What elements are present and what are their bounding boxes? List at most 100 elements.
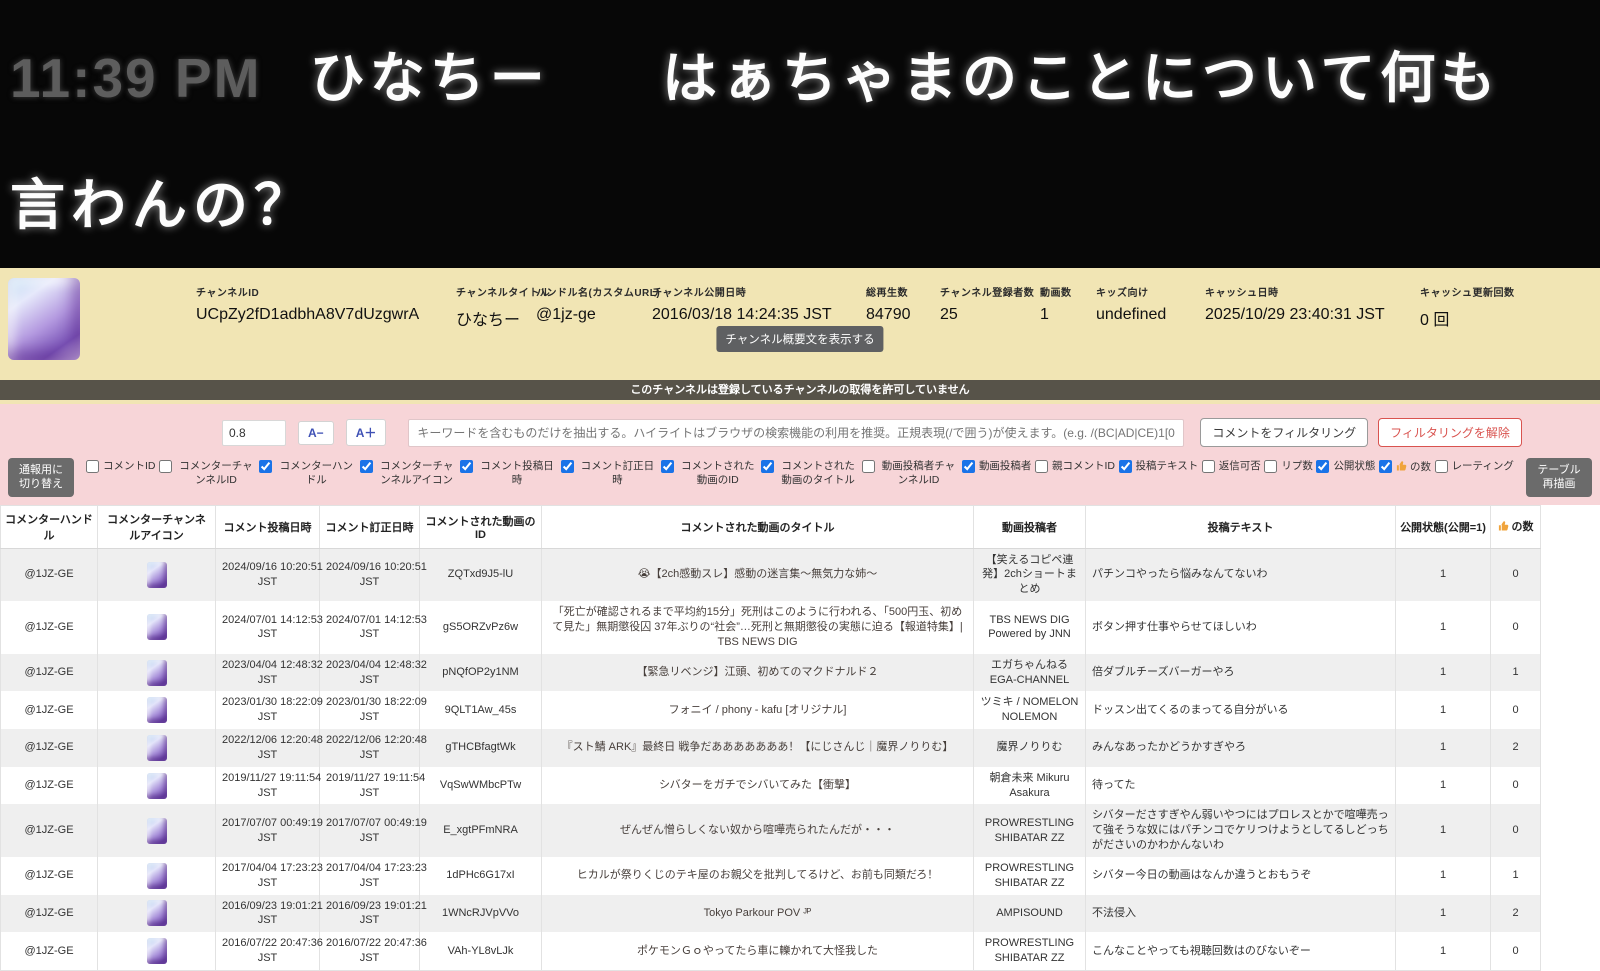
channel-field: キッズ向けundefined	[1096, 284, 1166, 324]
column-checkbox-の数[interactable]: の数	[1379, 460, 1431, 477]
column-checkbox-親コメントID[interactable]: 親コメントID	[1035, 460, 1115, 474]
channel-field-value: 0 回	[1420, 306, 1515, 330]
commenter-handle: @1JZ-GE	[1, 601, 98, 654]
visibility-state: 1	[1396, 729, 1491, 767]
show-channel-summary-button[interactable]: チャンネル概要文を表示する	[716, 326, 883, 352]
visibility-state: 1	[1396, 804, 1491, 857]
comment-date: 2016/07/22 20:47:36JST	[216, 932, 320, 970]
column-checkbox-コメンターハンドル[interactable]: コメンターハンドル	[259, 460, 356, 487]
keyword-filter-input[interactable]	[408, 419, 1184, 447]
column-checkbox-input[interactable]	[86, 460, 99, 473]
commenter-handle: @1JZ-GE	[1, 804, 98, 857]
column-checkbox-コメントされた動画のID[interactable]: コメントされた動画のID	[661, 460, 758, 487]
subtitle-line-2: 言わんの？	[10, 160, 1600, 240]
comment-text: 倍ダブルチーズバーガーやろ	[1086, 654, 1396, 692]
like-count: 2	[1491, 895, 1541, 933]
column-checkbox-コメントID[interactable]: コメントID	[86, 460, 156, 474]
column-checkbox-input[interactable]	[1264, 460, 1277, 473]
channel-field: チャンネル登録者数25	[940, 284, 1034, 324]
commenter-avatar-cell	[98, 804, 216, 857]
column-checkbox-input[interactable]	[259, 460, 272, 473]
column-checkbox-公開状態[interactable]: 公開状態	[1316, 460, 1375, 474]
column-checkbox-input[interactable]	[1119, 460, 1132, 473]
visibility-state: 1	[1396, 548, 1491, 601]
column-header: 動画投稿者	[974, 505, 1086, 548]
column-checkbox-input[interactable]	[1379, 460, 1392, 473]
video-title: フォニイ / phony - kafu [オリジナル]	[542, 691, 974, 729]
commenter-avatar-cell	[98, 601, 216, 654]
column-checkbox-コメント訂正日時[interactable]: コメント訂正日時	[561, 460, 658, 487]
like-count: 0	[1491, 548, 1541, 601]
column-checkbox-input[interactable]	[862, 460, 875, 473]
column-header: コメントされた動画のタイトル	[542, 505, 974, 548]
commenter-handle: @1JZ-GE	[1, 548, 98, 601]
column-checkbox-input[interactable]	[360, 460, 373, 473]
column-checkbox-input[interactable]	[1435, 460, 1448, 473]
column-checkbox-コメントされた動画のタイトル[interactable]: コメントされた動画のタイトル	[761, 460, 858, 487]
column-checkbox-リプ数[interactable]: リプ数	[1264, 460, 1313, 474]
commenter-avatar-cell	[98, 767, 216, 805]
video-title: Tokyo Parkour POV ᴶᴾ	[542, 895, 974, 933]
column-checkbox-label: 動画投稿者	[979, 460, 1032, 474]
like-count: 0	[1491, 804, 1541, 857]
channel-field-value: undefined	[1096, 306, 1166, 324]
column-checkbox-input[interactable]	[561, 460, 574, 473]
video-id: VAh-YL8vLJk	[420, 932, 542, 970]
video-uploader: ツミキ / NOMELON NOLEMON	[974, 691, 1086, 729]
channel-field-value: 84790	[866, 306, 911, 324]
column-checkbox-動画投稿者[interactable]: 動画投稿者	[962, 460, 1032, 474]
column-checkbox-返信可否[interactable]: 返信可否	[1202, 460, 1261, 474]
column-checkbox-input[interactable]	[1035, 460, 1048, 473]
column-checkbox-input[interactable]	[1202, 460, 1215, 473]
column-checkbox-input[interactable]	[761, 460, 774, 473]
clear-filter-button[interactable]: フィルタリングを解除	[1378, 418, 1522, 447]
font-size-increase-button[interactable]: A＋	[346, 419, 387, 446]
commenter-handle: @1JZ-GE	[1, 767, 98, 805]
column-checkbox-コメンターチャンネルアイコン[interactable]: コメンターチャンネルアイコン	[360, 460, 457, 487]
channel-field-label: キャッシュ更新回数	[1420, 284, 1515, 299]
redraw-table-button[interactable]: テーブル再描画	[1526, 458, 1592, 497]
comment-date: 2023/01/30 18:22:09JST	[320, 691, 420, 729]
column-checkbox-レーティング[interactable]: レーティング	[1435, 460, 1514, 474]
column-checkbox-label: 親コメントID	[1052, 460, 1115, 474]
video-title: 😭【2ch感動スレ】感動の迷言集～無気力な姉～	[542, 548, 974, 601]
channel-field-label: チャンネルID	[196, 284, 419, 299]
column-checkbox-コメント投稿日時[interactable]: コメント投稿日時	[460, 460, 557, 487]
like-count: 0	[1491, 601, 1541, 654]
column-checkbox-input[interactable]	[661, 460, 674, 473]
video-id: 9QLT1Aw_45s	[420, 691, 542, 729]
column-checkbox-input[interactable]	[962, 460, 975, 473]
video-uploader: 朝倉未来 Mikuru Asakura	[974, 767, 1086, 805]
comment-text: 不法侵入	[1086, 895, 1396, 933]
channel-field-label: 総再生数	[866, 284, 911, 299]
column-header: コメント訂正日時	[320, 505, 420, 548]
video-id: 1dPHc6G17xI	[420, 857, 542, 895]
column-checkbox-動画投稿者チャンネルID[interactable]: 動画投稿者チャンネルID	[862, 460, 959, 487]
channel-field: チャンネルIDUCpZy2fD1adbhA8V7dUzgwrA	[196, 284, 419, 324]
column-checkbox-input[interactable]	[1316, 460, 1329, 473]
column-checkbox-コメンターチャンネルID[interactable]: コメンターチャンネルID	[159, 460, 256, 487]
video-title: ヒカルが祭りくじのテキ屋のお親父を批判してるけど、お前も同類だろ！	[542, 857, 974, 895]
video-id: E_xgtPFmNRA	[420, 804, 542, 857]
comment-text: みんなあったかどうかすぎやろ	[1086, 729, 1396, 767]
column-header: コメンターハンドル	[1, 505, 98, 548]
video-id: gTHCBfagtWk	[420, 729, 542, 767]
column-checkbox-input[interactable]	[159, 460, 172, 473]
video-uploader: 【笑えるコピペ連発】2chショートまとめ	[974, 548, 1086, 601]
column-checkbox-投稿テキスト[interactable]: 投稿テキスト	[1119, 460, 1199, 474]
thumbs-up-icon	[1498, 520, 1510, 535]
column-checkbox-label: コメンターチャンネルID	[176, 460, 256, 487]
column-checkbox-label: レーティング	[1452, 460, 1514, 474]
column-checkbox-input[interactable]	[460, 460, 473, 473]
commenter-avatar-icon	[147, 697, 167, 723]
visibility-state: 1	[1396, 857, 1491, 895]
video-id: 1WNcRJVpVVo	[420, 895, 542, 933]
threshold-input[interactable]	[222, 420, 286, 446]
channel-field-value: 25	[940, 306, 1034, 324]
font-size-decrease-button[interactable]: A−	[298, 421, 334, 445]
thumbs-up-icon	[1396, 460, 1408, 477]
visibility-state: 1	[1396, 767, 1491, 805]
channel-field: 総再生数 84790	[866, 284, 911, 324]
apply-filter-button[interactable]: コメントをフィルタリング	[1200, 418, 1368, 447]
report-mode-toggle-button[interactable]: 通報用に切り替え	[8, 458, 74, 497]
